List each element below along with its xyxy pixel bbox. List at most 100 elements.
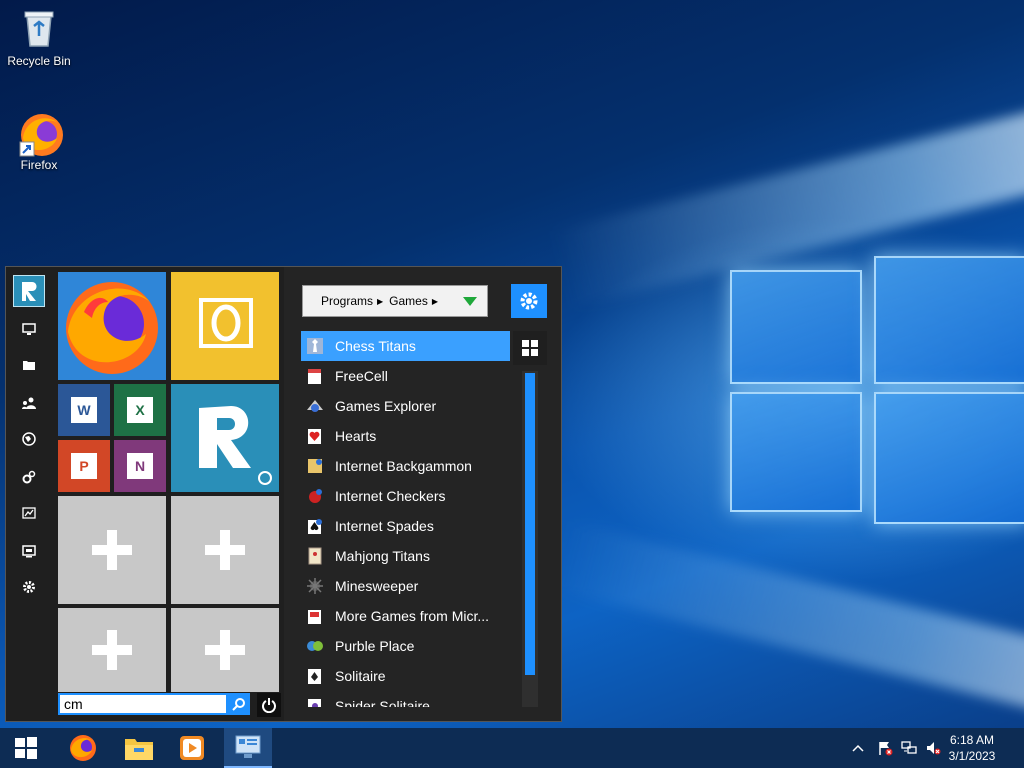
word-icon: W <box>71 397 97 423</box>
taskbar: 6:18 AM 3/1/2023 <box>0 728 1024 768</box>
list-item-games-explorer[interactable]: Games Explorer <box>301 391 510 421</box>
taskbar-clock[interactable]: 6:18 AM 3/1/2023 <box>944 732 1000 764</box>
gear-icon <box>520 292 538 310</box>
add-tile-button[interactable] <box>171 496 279 604</box>
powerpoint-icon: P <box>71 453 97 479</box>
scrollbar-thumb[interactable] <box>525 373 535 675</box>
list-item-internet-backgammon[interactable]: Internet Backgammon <box>301 451 510 481</box>
start-button[interactable] <box>2 728 50 768</box>
display-button[interactable] <box>14 539 44 563</box>
mahjong-icon <box>305 546 325 566</box>
list-item-internet-spades[interactable]: Internet Spades <box>301 511 510 541</box>
power-icon <box>262 698 276 713</box>
desktop-icon-firefox[interactable]: Firefox <box>1 110 77 172</box>
onenote-icon: N <box>127 453 153 479</box>
clock-date: 3/1/2023 <box>948 749 996 763</box>
tile-grid: W X P N <box>58 272 280 692</box>
games-explorer-icon <box>305 396 325 416</box>
solitaire-icon <box>305 666 325 686</box>
breadcrumb-item[interactable]: Programs <box>321 294 373 308</box>
volume-button[interactable] <box>922 728 944 768</box>
firefox-icon <box>66 282 158 374</box>
list-item-more-games[interactable]: More Games from Micr... <box>301 601 510 631</box>
add-tile-button[interactable] <box>58 496 166 604</box>
excel-icon: X <box>127 397 153 423</box>
dropdown-arrow-icon[interactable] <box>463 297 477 306</box>
desktop-icon-recycle-bin[interactable]: Recycle Bin <box>1 6 77 68</box>
list-item-freecell[interactable]: FreeCell <box>301 361 510 391</box>
tile-app-logo[interactable] <box>171 384 279 492</box>
breadcrumb[interactable]: Programs ▶ Games ▶ <box>302 285 488 317</box>
settings-button[interactable] <box>14 575 44 599</box>
gears-icon <box>22 470 36 484</box>
taskbar-control-panel-button[interactable] <box>224 728 272 768</box>
network-icon <box>901 741 917 754</box>
gear-icon <box>23 581 35 593</box>
list-item-spider-solitaire[interactable]: Spider Solitaire <box>301 691 510 707</box>
desktop-icon-label: Recycle Bin <box>7 54 71 68</box>
minesweeper-icon <box>305 576 325 596</box>
window-pane <box>730 392 862 512</box>
tile-outlook[interactable] <box>171 272 279 380</box>
window-pane <box>874 392 1024 524</box>
list-item-minesweeper[interactable]: Minesweeper <box>301 571 510 601</box>
hearts-icon <box>305 426 325 446</box>
taskbar-media-player-button[interactable] <box>168 728 216 768</box>
screen-icon <box>22 545 36 558</box>
list-item-mahjong-titans[interactable]: Mahjong Titans <box>301 541 510 571</box>
recycle-bin-icon <box>17 6 61 50</box>
search-bar <box>58 693 281 717</box>
tile-excel[interactable]: X <box>114 384 166 436</box>
tile-word[interactable]: W <box>58 384 110 436</box>
list-item-solitaire[interactable]: Solitaire <box>301 661 510 691</box>
list-item-chess-titans[interactable]: Chess Titans <box>301 331 510 361</box>
view-toggle-button[interactable] <box>513 331 547 365</box>
tile-firefox[interactable] <box>58 272 166 380</box>
volume-muted-icon <box>927 742 941 755</box>
games-list: Chess Titans FreeCell Games Explorer Hea… <box>301 331 510 707</box>
media-player-icon <box>180 736 204 760</box>
clock-time: 6:18 AM <box>949 733 995 747</box>
purble-place-icon <box>305 636 325 656</box>
flag-error-icon <box>879 742 893 756</box>
tile-powerpoint[interactable]: P <box>58 440 110 492</box>
add-tile-button[interactable] <box>171 608 279 692</box>
performance-button[interactable] <box>14 501 44 525</box>
network-status-button[interactable] <box>898 728 920 768</box>
search-button[interactable] <box>228 693 250 715</box>
chart-icon <box>22 507 36 519</box>
tile-onenote[interactable]: N <box>114 440 166 492</box>
list-item-internet-checkers[interactable]: Internet Checkers <box>301 481 510 511</box>
firefox-icon <box>70 735 96 761</box>
backgammon-icon <box>305 456 325 476</box>
user-button[interactable] <box>14 391 44 415</box>
monitor-icon <box>22 323 36 335</box>
grid-icon <box>522 340 538 356</box>
menu-settings-button[interactable] <box>511 284 547 318</box>
search-input[interactable] <box>58 693 228 715</box>
breadcrumb-item[interactable]: Games <box>389 294 428 308</box>
list-item-purble-place[interactable]: Purble Place <box>301 631 510 661</box>
scrollbar[interactable] <box>522 371 538 707</box>
windows-logo-icon <box>15 737 37 759</box>
add-tile-button[interactable] <box>58 608 166 692</box>
control-panel-button[interactable] <box>14 465 44 489</box>
spades-icon <box>305 516 325 536</box>
desktop-icon-label: Firefox <box>20 158 58 172</box>
network-button[interactable] <box>14 427 44 451</box>
power-button[interactable] <box>257 693 281 717</box>
freecell-icon <box>305 366 325 386</box>
documents-button[interactable] <box>14 353 44 377</box>
start-menu-logo-button[interactable] <box>13 275 45 307</box>
folder-icon <box>23 361 35 370</box>
computer-button[interactable] <box>14 317 44 341</box>
taskbar-file-explorer-button[interactable] <box>115 728 163 768</box>
show-hidden-icons-button[interactable] <box>848 728 868 768</box>
taskbar-firefox-button[interactable] <box>59 728 107 768</box>
action-center-flag-button[interactable] <box>874 728 896 768</box>
programs-pane: Programs ▶ Games ▶ Chess Titans FreeCell… <box>284 267 561 721</box>
list-item-hearts[interactable]: Hearts <box>301 421 510 451</box>
light-beam <box>551 521 1024 715</box>
window-pane <box>730 270 862 384</box>
breadcrumb-arrow-icon: ▶ <box>377 296 384 306</box>
